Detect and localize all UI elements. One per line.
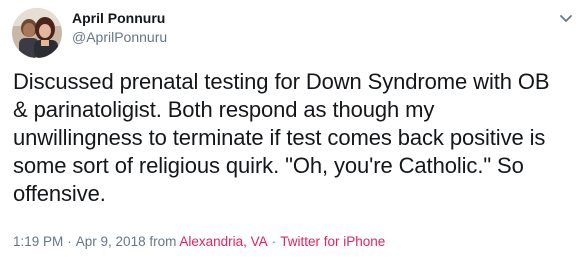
tweet-text-line: offensive. [13,181,106,206]
tweet-text-line: unwillingness to terminate if test comes… [13,125,546,150]
tweet-card: April Ponnuru @AprilPonnuru Discussed pr… [0,0,587,259]
tweet-metadata: 1:19 PM · Apr 9, 2018 from Alexandria, VA ·… [13,234,385,249]
tweet-text-line: & parinatoligist. Both respond as though… [13,97,435,122]
avatar[interactable] [12,8,62,58]
tweet-text: Discussed prenatal testing for Down Synd… [13,68,579,208]
tweet-text-line: some sort of religious quirk. "Oh, you'r… [13,153,524,178]
avatar-photo [12,8,62,58]
screen-name[interactable]: @AprilPonnuru [72,29,167,45]
chevron-down-icon[interactable] [556,8,576,28]
tweet-text-line: Discussed prenatal testing for Down Synd… [13,69,550,94]
tweet-date[interactable]: Apr 9, 2018 [76,234,146,249]
separator-dot: · [271,234,277,249]
tweet-time[interactable]: 1:19 PM [13,234,63,249]
client-link[interactable]: Twitter for iPhone [280,234,385,249]
separator-dot: · [67,234,72,249]
location-link[interactable]: Alexandria, VA [179,234,267,249]
from-label: from [149,234,177,249]
display-name[interactable]: April Ponnuru [72,10,165,26]
